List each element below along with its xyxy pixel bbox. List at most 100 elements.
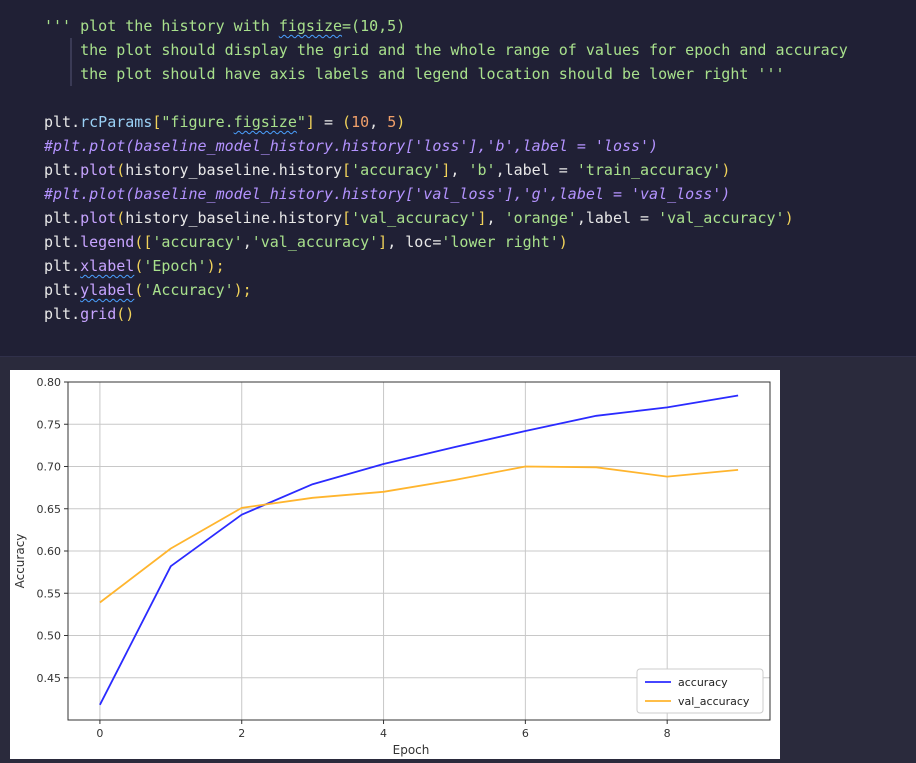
code-token: ,label =: [576, 209, 659, 227]
code-line: plt.plot(history_baseline.history['val_a…: [44, 206, 848, 230]
code-token: ,: [242, 233, 252, 251]
code-token: (: [134, 257, 144, 275]
code-token: 'val_accuracy': [658, 209, 785, 227]
code-token: figsize: [233, 113, 297, 131]
accuracy-chart: 0 2 4 6 8 0.45 0.50 0.55 0.60 0.65 0.70 0.75 0.80 Epo…: [13, 376, 771, 757]
code-token: plt.: [44, 161, 81, 179]
code-editor[interactable]: ''' plot the history with figsize=(10,5)…: [44, 14, 848, 326]
code-line: plt.plot(history_baseline.history['accur…: [44, 158, 848, 182]
code-token: (: [342, 113, 352, 131]
code-token: 'b': [468, 161, 496, 179]
y-tick-label: 0.80: [37, 376, 62, 389]
code-token: 5: [387, 113, 397, 131]
code-line: plt.legend(['accuracy','val_accuracy'], …: [44, 230, 848, 254]
code-token: ,label =: [495, 161, 577, 179]
code-token: 'orange': [504, 209, 577, 227]
code-token: plt.: [44, 305, 81, 323]
code-token: ]: [378, 233, 388, 251]
code-token: =(10,5): [342, 17, 406, 35]
code-token: =: [314, 113, 343, 131]
code-token: plt.: [44, 233, 81, 251]
code-token: [: [342, 161, 352, 179]
x-tick-label: 2: [238, 727, 245, 740]
y-tick-label: 0.70: [37, 461, 62, 474]
code-token: [: [342, 209, 352, 227]
code-token: plot: [80, 209, 117, 227]
code-token: ): [784, 209, 794, 227]
plot-output: 0 2 4 6 8 0.45 0.50 0.55 0.60 0.65 0.70 0.75 0.80 Epo…: [10, 370, 780, 759]
code-token: ": [296, 113, 306, 131]
code-token: (): [116, 305, 135, 323]
code-token: the plot should display the grid and the…: [44, 41, 848, 59]
code-token: ): [558, 233, 568, 251]
code-token: (: [134, 281, 144, 299]
code-line: plt.xlabel('Epoch');: [44, 254, 848, 278]
code-token: plt.: [44, 281, 81, 299]
code-line: plt.ylabel('Accuracy');: [44, 278, 848, 302]
code-token: 'accuracy': [152, 233, 243, 251]
code-token: 'accuracy': [351, 161, 442, 179]
legend-label: accuracy: [678, 676, 728, 689]
code-token: figsize: [278, 17, 343, 35]
code-token: ''' plot the history with: [44, 17, 279, 35]
y-tick-label: 0.65: [37, 503, 62, 516]
y-tick-label: 0.50: [37, 630, 62, 643]
code-line: ''' plot the history with figsize=(10,5): [44, 14, 848, 38]
code-token: #plt.plot(baseline_model_history.history…: [44, 137, 659, 155]
code-token: 10: [351, 113, 370, 131]
code-line: the plot should display the grid and the…: [44, 38, 848, 62]
code-line: the plot should have axis labels and leg…: [44, 62, 848, 86]
code-line: plt.rcParams["figure.figsize"] = (10, 5): [44, 110, 848, 134]
code-token: the plot should have axis labels and leg…: [44, 65, 785, 83]
code-token: #plt.plot(baseline_model_history.history…: [44, 185, 731, 203]
code-token: ): [396, 113, 406, 131]
code-token: );: [233, 281, 252, 299]
code-token: plot: [80, 161, 117, 179]
code-token: ]: [305, 113, 315, 131]
legend-label: val_accuracy: [678, 695, 750, 708]
y-tick-label: 0.45: [37, 672, 62, 685]
code-token: (: [116, 161, 126, 179]
code-token: legend: [80, 233, 135, 251]
code-token: 'train_accuracy': [576, 161, 722, 179]
code-token: ,: [486, 209, 505, 227]
y-tick-label: 0.75: [37, 418, 62, 431]
code-line: [44, 86, 848, 110]
code-line: #plt.plot(baseline_model_history.history…: [44, 134, 848, 158]
code-token: 'Accuracy': [143, 281, 234, 299]
code-token: 'val_accuracy': [251, 233, 379, 251]
code-token: 'lower right': [441, 233, 559, 251]
code-token: (: [116, 209, 126, 227]
code-token: ): [721, 161, 731, 179]
code-token: ([: [134, 233, 153, 251]
x-tick-label: 0: [96, 727, 103, 740]
x-axis-label: Epoch: [393, 743, 430, 757]
code-token: ]: [477, 209, 487, 227]
y-tick-label: 0.55: [37, 587, 62, 600]
code-token: 'Epoch': [143, 257, 207, 275]
code-token: ,: [369, 113, 388, 131]
code-token: history_baseline.history: [125, 161, 343, 179]
code-token: rcParams: [80, 113, 153, 131]
code-token: plt.: [44, 209, 81, 227]
code-cell[interactable]: ''' plot the history with figsize=(10,5)…: [0, 0, 916, 357]
code-token: plt.: [44, 257, 81, 275]
code-token: ylabel: [80, 281, 135, 299]
code-token: plt.: [44, 113, 81, 131]
x-tick-label: 4: [380, 727, 387, 740]
code-token: ,: [450, 161, 469, 179]
code-token: "figure.: [161, 113, 234, 131]
y-axis-label: Accuracy: [13, 534, 27, 589]
x-tick-label: 6: [522, 727, 529, 740]
code-token: );: [206, 257, 225, 275]
x-tick-label: 8: [664, 727, 671, 740]
code-line: plt.grid(): [44, 302, 848, 326]
code-token: 'val_accuracy': [351, 209, 478, 227]
code-token: grid: [80, 305, 117, 323]
code-token: xlabel: [80, 257, 135, 275]
code-token: , loc=: [387, 233, 442, 251]
code-line: #plt.plot(baseline_model_history.history…: [44, 182, 848, 206]
y-tick-label: 0.60: [37, 545, 62, 558]
code-token: history_baseline.history: [125, 209, 343, 227]
